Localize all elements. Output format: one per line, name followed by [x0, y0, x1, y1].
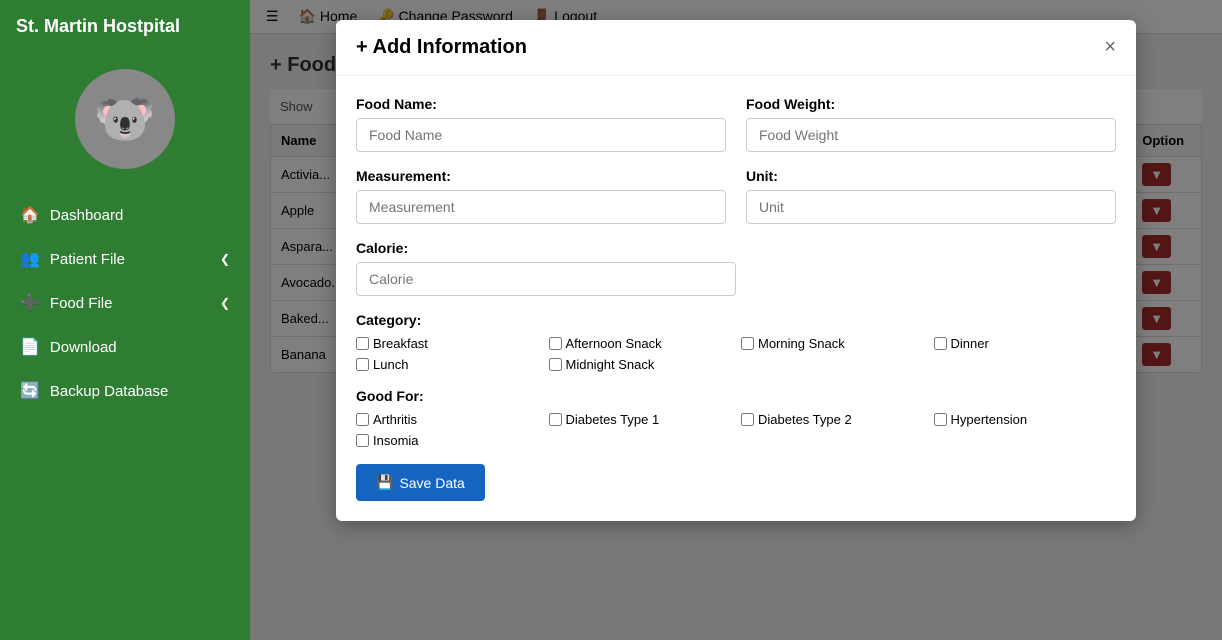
hospital-name: St. Martin Hostpital [0, 0, 250, 53]
measurement-group: Measurement: [356, 168, 726, 224]
modal-close-button[interactable]: × [1104, 36, 1116, 59]
label-dinner: Dinner [951, 336, 989, 351]
checkbox-hypertension[interactable] [934, 413, 947, 426]
label-diabetes-1: Diabetes Type 1 [566, 412, 660, 427]
sidebar-item-dashboard[interactable]: 🏠 Dashboard [0, 193, 250, 237]
food-weight-group: Food Weight: [746, 96, 1116, 152]
form-row-2: Measurement: Unit: [356, 168, 1116, 224]
modal-overlay: + Add Information × Food Name: Food Weig… [250, 0, 1222, 640]
food-name-label: Food Name: [356, 96, 726, 112]
label-arthritis: Arthritis [373, 412, 417, 427]
checkbox-morning-snack[interactable] [741, 337, 754, 350]
sidebar-nav: 🏠 Dashboard 👥 Patient File ❮ ➕ Food File… [0, 193, 250, 413]
food-name-group: Food Name: [356, 96, 726, 152]
unit-label: Unit: [746, 168, 1116, 184]
checkbox-lunch[interactable] [356, 358, 369, 371]
label-lunch: Lunch [373, 357, 408, 372]
goodfor-diabetes-2: Diabetes Type 2 [741, 412, 924, 427]
unit-input[interactable] [746, 190, 1116, 224]
goodfor-insomia: Insomia [356, 433, 539, 448]
label-breakfast: Breakfast [373, 336, 428, 351]
modal-body: Food Name: Food Weight: Measurement: [336, 76, 1136, 521]
goodfor-label: Good For: [356, 388, 1116, 404]
sidebar-item-download[interactable]: 📄 Download [0, 325, 250, 369]
category-afternoon-snack: Afternoon Snack [549, 336, 732, 351]
modal-title: + Add Information [356, 36, 527, 59]
sidebar-item-label-backup: Backup Database [50, 383, 168, 400]
measurement-input[interactable] [356, 190, 726, 224]
label-hypertension: Hypertension [951, 412, 1028, 427]
avatar: 🐨 [75, 69, 175, 169]
save-label: Save Data [399, 475, 464, 491]
category-dinner: Dinner [934, 336, 1117, 351]
checkbox-dinner[interactable] [934, 337, 947, 350]
sidebar-item-food-file[interactable]: ➕ Food File ❮ [0, 281, 250, 325]
dashboard-icon: 🏠 [20, 205, 40, 225]
food-file-icon: ➕ [20, 293, 40, 313]
goodfor-arthritis: Arthritis [356, 412, 539, 427]
category-section: Category: Breakfast Afternoon Snack M [356, 312, 1116, 372]
unit-group: Unit: [746, 168, 1116, 224]
goodfor-section: Good For: Arthritis Diabetes Type 1 D [356, 388, 1116, 448]
goodfor-checkboxes: Arthritis Diabetes Type 1 Diabetes Type … [356, 412, 1116, 448]
food-name-input[interactable] [356, 118, 726, 152]
label-diabetes-2: Diabetes Type 2 [758, 412, 852, 427]
label-morning-snack: Morning Snack [758, 336, 845, 351]
modal-header: + Add Information × [336, 20, 1136, 76]
checkbox-insomia[interactable] [356, 434, 369, 447]
label-insomia: Insomia [373, 433, 419, 448]
label-afternoon-snack: Afternoon Snack [566, 336, 662, 351]
category-label: Category: [356, 312, 1116, 328]
patient-file-icon: 👥 [20, 249, 40, 269]
goodfor-diabetes-1: Diabetes Type 1 [549, 412, 732, 427]
category-lunch: Lunch [356, 357, 539, 372]
calorie-label: Calorie: [356, 240, 736, 256]
category-morning-snack: Morning Snack [741, 336, 924, 351]
main-area: ☰ 🏠 Home 🔑 Change Password 🚪 Logout + Fo… [250, 0, 1222, 640]
checkbox-arthritis[interactable] [356, 413, 369, 426]
sidebar: St. Martin Hostpital 🐨 🏠 Dashboard 👥 Pat… [0, 0, 250, 640]
form-row-1: Food Name: Food Weight: [356, 96, 1116, 152]
save-icon: 💾 [376, 474, 393, 491]
category-midnight-snack: Midnight Snack [549, 357, 732, 372]
checkbox-midnight-snack[interactable] [549, 358, 562, 371]
sidebar-item-backup[interactable]: 🔄 Backup Database [0, 369, 250, 413]
food-weight-input[interactable] [746, 118, 1116, 152]
category-checkboxes: Breakfast Afternoon Snack Morning Snack [356, 336, 1116, 372]
food-weight-label: Food Weight: [746, 96, 1116, 112]
sidebar-item-label-download: Download [50, 339, 117, 356]
form-row-3: Calorie: [356, 240, 1116, 296]
calorie-input[interactable] [356, 262, 736, 296]
measurement-label: Measurement: [356, 168, 726, 184]
checkbox-diabetes-2[interactable] [741, 413, 754, 426]
save-button[interactable]: 💾 Save Data [356, 464, 485, 501]
sidebar-item-patient-file[interactable]: 👥 Patient File ❮ [0, 237, 250, 281]
checkbox-afternoon-snack[interactable] [549, 337, 562, 350]
chevron-icon: ❮ [220, 252, 230, 266]
category-breakfast: Breakfast [356, 336, 539, 351]
sidebar-item-label-patient-file: Patient File [50, 251, 125, 268]
chevron-down-icon: ❮ [220, 296, 230, 310]
label-midnight-snack: Midnight Snack [566, 357, 655, 372]
goodfor-hypertension: Hypertension [934, 412, 1117, 427]
avatar-container: 🐨 [0, 53, 250, 185]
download-icon: 📄 [20, 337, 40, 357]
sidebar-item-label-dashboard: Dashboard [50, 207, 123, 224]
checkbox-breakfast[interactable] [356, 337, 369, 350]
checkbox-diabetes-1[interactable] [549, 413, 562, 426]
backup-icon: 🔄 [20, 381, 40, 401]
sidebar-item-label-food-file: Food File [50, 295, 113, 312]
modal: + Add Information × Food Name: Food Weig… [336, 20, 1136, 521]
calorie-group: Calorie: [356, 240, 736, 296]
